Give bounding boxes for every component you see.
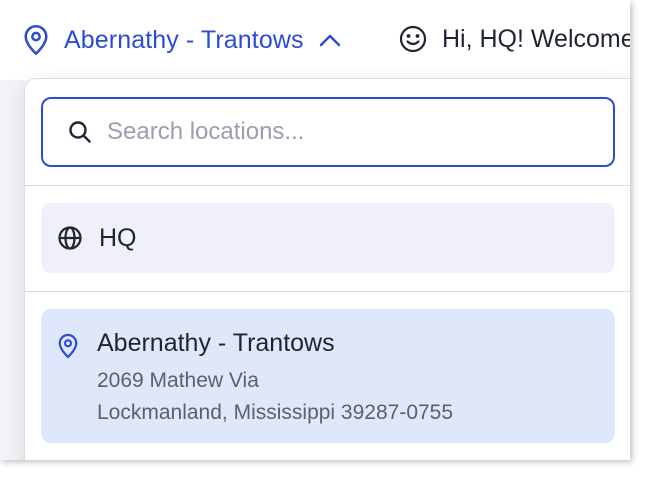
app-window: Abernathy - Trantows Hi, HQ! Welcome Sea… — [0, 0, 630, 460]
search-box[interactable] — [41, 97, 615, 167]
location-option-hq[interactable]: HQ — [41, 203, 615, 273]
location-dropdown: HQ Abernathy - Trantows 2069 Mathew Via … — [24, 78, 630, 460]
map-pin-icon — [22, 24, 50, 56]
search-icon — [67, 119, 93, 145]
address-line-2: Lockmanland, Mississippi 39287-0755 — [97, 401, 454, 424]
greeting-text: Hi, HQ! Welcome — [442, 24, 630, 53]
divider — [25, 291, 630, 292]
greeting: Hi, HQ! Welcome — [398, 24, 630, 54]
location-option-abernathy-trantows[interactable]: Abernathy - Trantows 2069 Mathew Via Loc… — [41, 309, 615, 443]
chevron-up-icon — [318, 32, 342, 48]
search-input[interactable] — [107, 118, 567, 146]
top-bar: Abernathy - Trantows Hi, HQ! Welcome — [0, 0, 630, 80]
location-option-label: Abernathy - Trantows — [97, 329, 335, 357]
globe-icon — [57, 225, 83, 251]
location-switcher-button[interactable]: Abernathy - Trantows — [22, 24, 342, 56]
smile-icon — [398, 24, 428, 54]
address-line-1: 2069 Mathew Via — [97, 369, 259, 392]
current-location-label: Abernathy - Trantows — [64, 25, 304, 54]
map-pin-icon — [57, 333, 79, 359]
divider — [25, 185, 630, 186]
location-option-label: HQ — [99, 223, 137, 252]
